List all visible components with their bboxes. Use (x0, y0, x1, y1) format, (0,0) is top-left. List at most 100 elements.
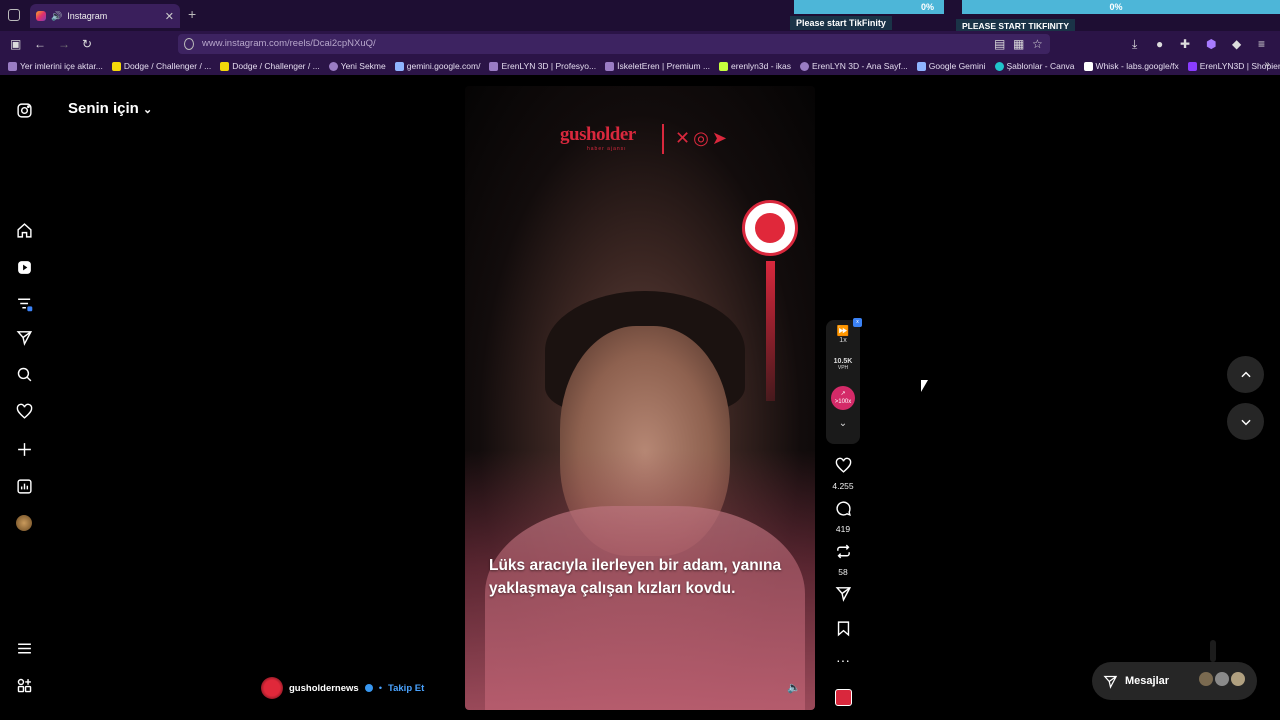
repost-icon (836, 544, 850, 559)
bookmark-item[interactable]: Yeni Sekme (328, 61, 386, 71)
globe-icon (328, 61, 338, 71)
heart-icon[interactable] (15, 402, 33, 420)
tikfinity-percent: 0% (920, 2, 934, 12)
bookmark-icon (111, 61, 121, 71)
bookmark-item[interactable]: Yer imlerini içe aktar... (8, 61, 103, 71)
audio-icon (834, 689, 852, 706)
avatar-image (16, 515, 32, 531)
site-info-icon[interactable] (184, 38, 194, 50)
menu-icon[interactable]: ≡ (1258, 37, 1265, 51)
workspaces-icon[interactable] (8, 9, 20, 21)
scroll-handle[interactable] (1210, 640, 1216, 662)
repost-button[interactable]: 58 (826, 543, 860, 577)
speaker-icon[interactable]: 🔊 (51, 11, 62, 22)
chevron-down-icon (1240, 419, 1251, 425)
bookmark-icon (719, 61, 729, 71)
bookmark-item[interactable]: ErenLYN 3D - Ana Sayf... (800, 61, 908, 71)
extensions-icon[interactable]: ✚ (1180, 37, 1190, 51)
bookmarks-bar: Yer imlerini içe aktar... Dodge / Challe… (0, 57, 1280, 75)
bookmark-item[interactable]: ErenLYN 3D | Profesyo... (489, 61, 596, 71)
more-menu-icon[interactable] (15, 639, 33, 657)
search-icon[interactable] (15, 365, 33, 383)
author-name[interactable]: gusholdernews (289, 683, 359, 694)
apps-icon[interactable] (15, 676, 33, 694)
telegram-icon: ➤ (711, 128, 730, 148)
reels-icon[interactable] (15, 258, 33, 276)
comment-count: 419 (835, 524, 851, 534)
save-button[interactable] (826, 620, 860, 642)
instagram-logo-icon[interactable] (15, 101, 33, 119)
next-reel-button[interactable] (1227, 403, 1264, 440)
bookmark-item[interactable]: İskeletEren | Premium ... (605, 61, 710, 71)
tikfinity-percent-2: 0% (1109, 2, 1123, 12)
extension-panel: ⏩ 1x 10.5K VPH ⌄ (826, 320, 860, 444)
forward-icon[interactable]: → (58, 37, 70, 51)
browser-toolbar: ▣ ← → ↻ www.instagram.com/reels/Dcai2cpN… (0, 31, 1280, 57)
follow-button[interactable]: Takip Et (388, 683, 424, 694)
vph-label: VPH (837, 365, 849, 371)
address-bar[interactable]: www.instagram.com/reels/Dcai2cpNXuQ/ (178, 34, 1050, 54)
vph-value: 10.5K (833, 358, 853, 365)
like-count: 4.255 (832, 481, 854, 491)
insights-icon[interactable] (15, 477, 33, 495)
feed-filter-icon[interactable] (15, 294, 33, 312)
bookmark-item[interactable]: erenlyn3d - ikas (719, 61, 791, 71)
feed-title: Senin için (68, 100, 139, 117)
share-button[interactable] (826, 585, 860, 607)
bookmark-icon (1083, 61, 1093, 71)
new-tab-button[interactable]: + (188, 6, 196, 22)
home-icon[interactable] (15, 221, 33, 239)
back-icon[interactable]: ← (34, 37, 46, 51)
chevron-down-icon[interactable]: ⌄ (826, 418, 860, 429)
comment-button[interactable]: 419 (826, 500, 860, 534)
bell-stripe (766, 261, 775, 401)
extension-badge-icon: x (853, 318, 862, 327)
reel-video[interactable]: gusholder haber ajansı ✕◎➤ Lüks aracıyla… (465, 86, 815, 710)
like-button[interactable]: 4.255 (826, 457, 860, 491)
profile-icon[interactable]: ● (1156, 37, 1163, 51)
notification-bell-icon (742, 200, 798, 256)
bookmark-item[interactable]: Google Gemini (916, 61, 986, 71)
extension-hex-icon[interactable]: ⬢ (1206, 37, 1216, 51)
fast-forward-icon[interactable]: ⏩ (826, 326, 860, 337)
direct-send-icon (1103, 675, 1118, 689)
brand-social-icons: ✕◎➤ (675, 128, 730, 149)
brand-logo: gusholder (560, 124, 636, 145)
bookmark-star-icon[interactable]: ☆ (1032, 37, 1043, 51)
reader-mode-icon[interactable]: ▤ (994, 37, 1005, 51)
bookmark-item[interactable]: Dodge / Challenger / ... (111, 61, 211, 71)
download-icon[interactable]: ⤓ (1132, 37, 1137, 52)
more-options-icon[interactable]: ··· (826, 652, 860, 668)
shopier-icon (1187, 61, 1197, 71)
bookmarks-overflow-icon[interactable]: » (1264, 59, 1270, 70)
x-icon: ✕ (675, 128, 694, 148)
trend-icon: ↗ (840, 391, 846, 397)
close-tab-icon[interactable]: ✕ (165, 10, 174, 23)
bookmark-item[interactable]: Dodge / Challenger / ... (220, 61, 320, 71)
browser-tab-strip: 🔊 Instagram ✕ + 0% Please start TikFinit… (0, 0, 1280, 33)
profile-avatar[interactable] (15, 514, 33, 532)
mouse-cursor-icon (921, 380, 928, 392)
bookmark-item[interactable]: Şablonlar - Canva (994, 61, 1075, 71)
author-avatar[interactable] (261, 677, 283, 699)
url-text: www.instagram.com/reels/Dcai2cpNXuQ/ (202, 38, 376, 49)
direct-send-icon[interactable] (15, 328, 33, 346)
comment-icon (835, 501, 851, 517)
browser-tab-instagram[interactable]: 🔊 Instagram ✕ (30, 4, 180, 28)
audio-thumbnail[interactable] (826, 689, 860, 711)
reload-icon[interactable]: ↻ (82, 37, 92, 51)
reel-author: gusholdernews • Takip Et (261, 677, 424, 699)
bookmark-item[interactable]: gemini.google.com/ (394, 61, 480, 71)
create-plus-icon[interactable] (15, 440, 33, 458)
boost-indicator: ↗ >100x (831, 386, 855, 410)
message-avatars (1199, 672, 1245, 686)
mute-icon[interactable]: 🔈 (787, 681, 801, 694)
feed-selector[interactable]: Senin için ⌄ (68, 100, 152, 117)
playback-speed[interactable]: 1x (826, 337, 860, 344)
pip-icon[interactable]: ▦ (1013, 37, 1024, 51)
sidebar-toggle-icon[interactable]: ▣ (10, 37, 21, 51)
bookmark-icon (605, 61, 615, 71)
extension-game-icon[interactable]: ◆ (1232, 37, 1241, 51)
bookmark-item[interactable]: Whisk - labs.google/fx (1083, 61, 1179, 71)
previous-reel-button[interactable] (1227, 356, 1264, 393)
